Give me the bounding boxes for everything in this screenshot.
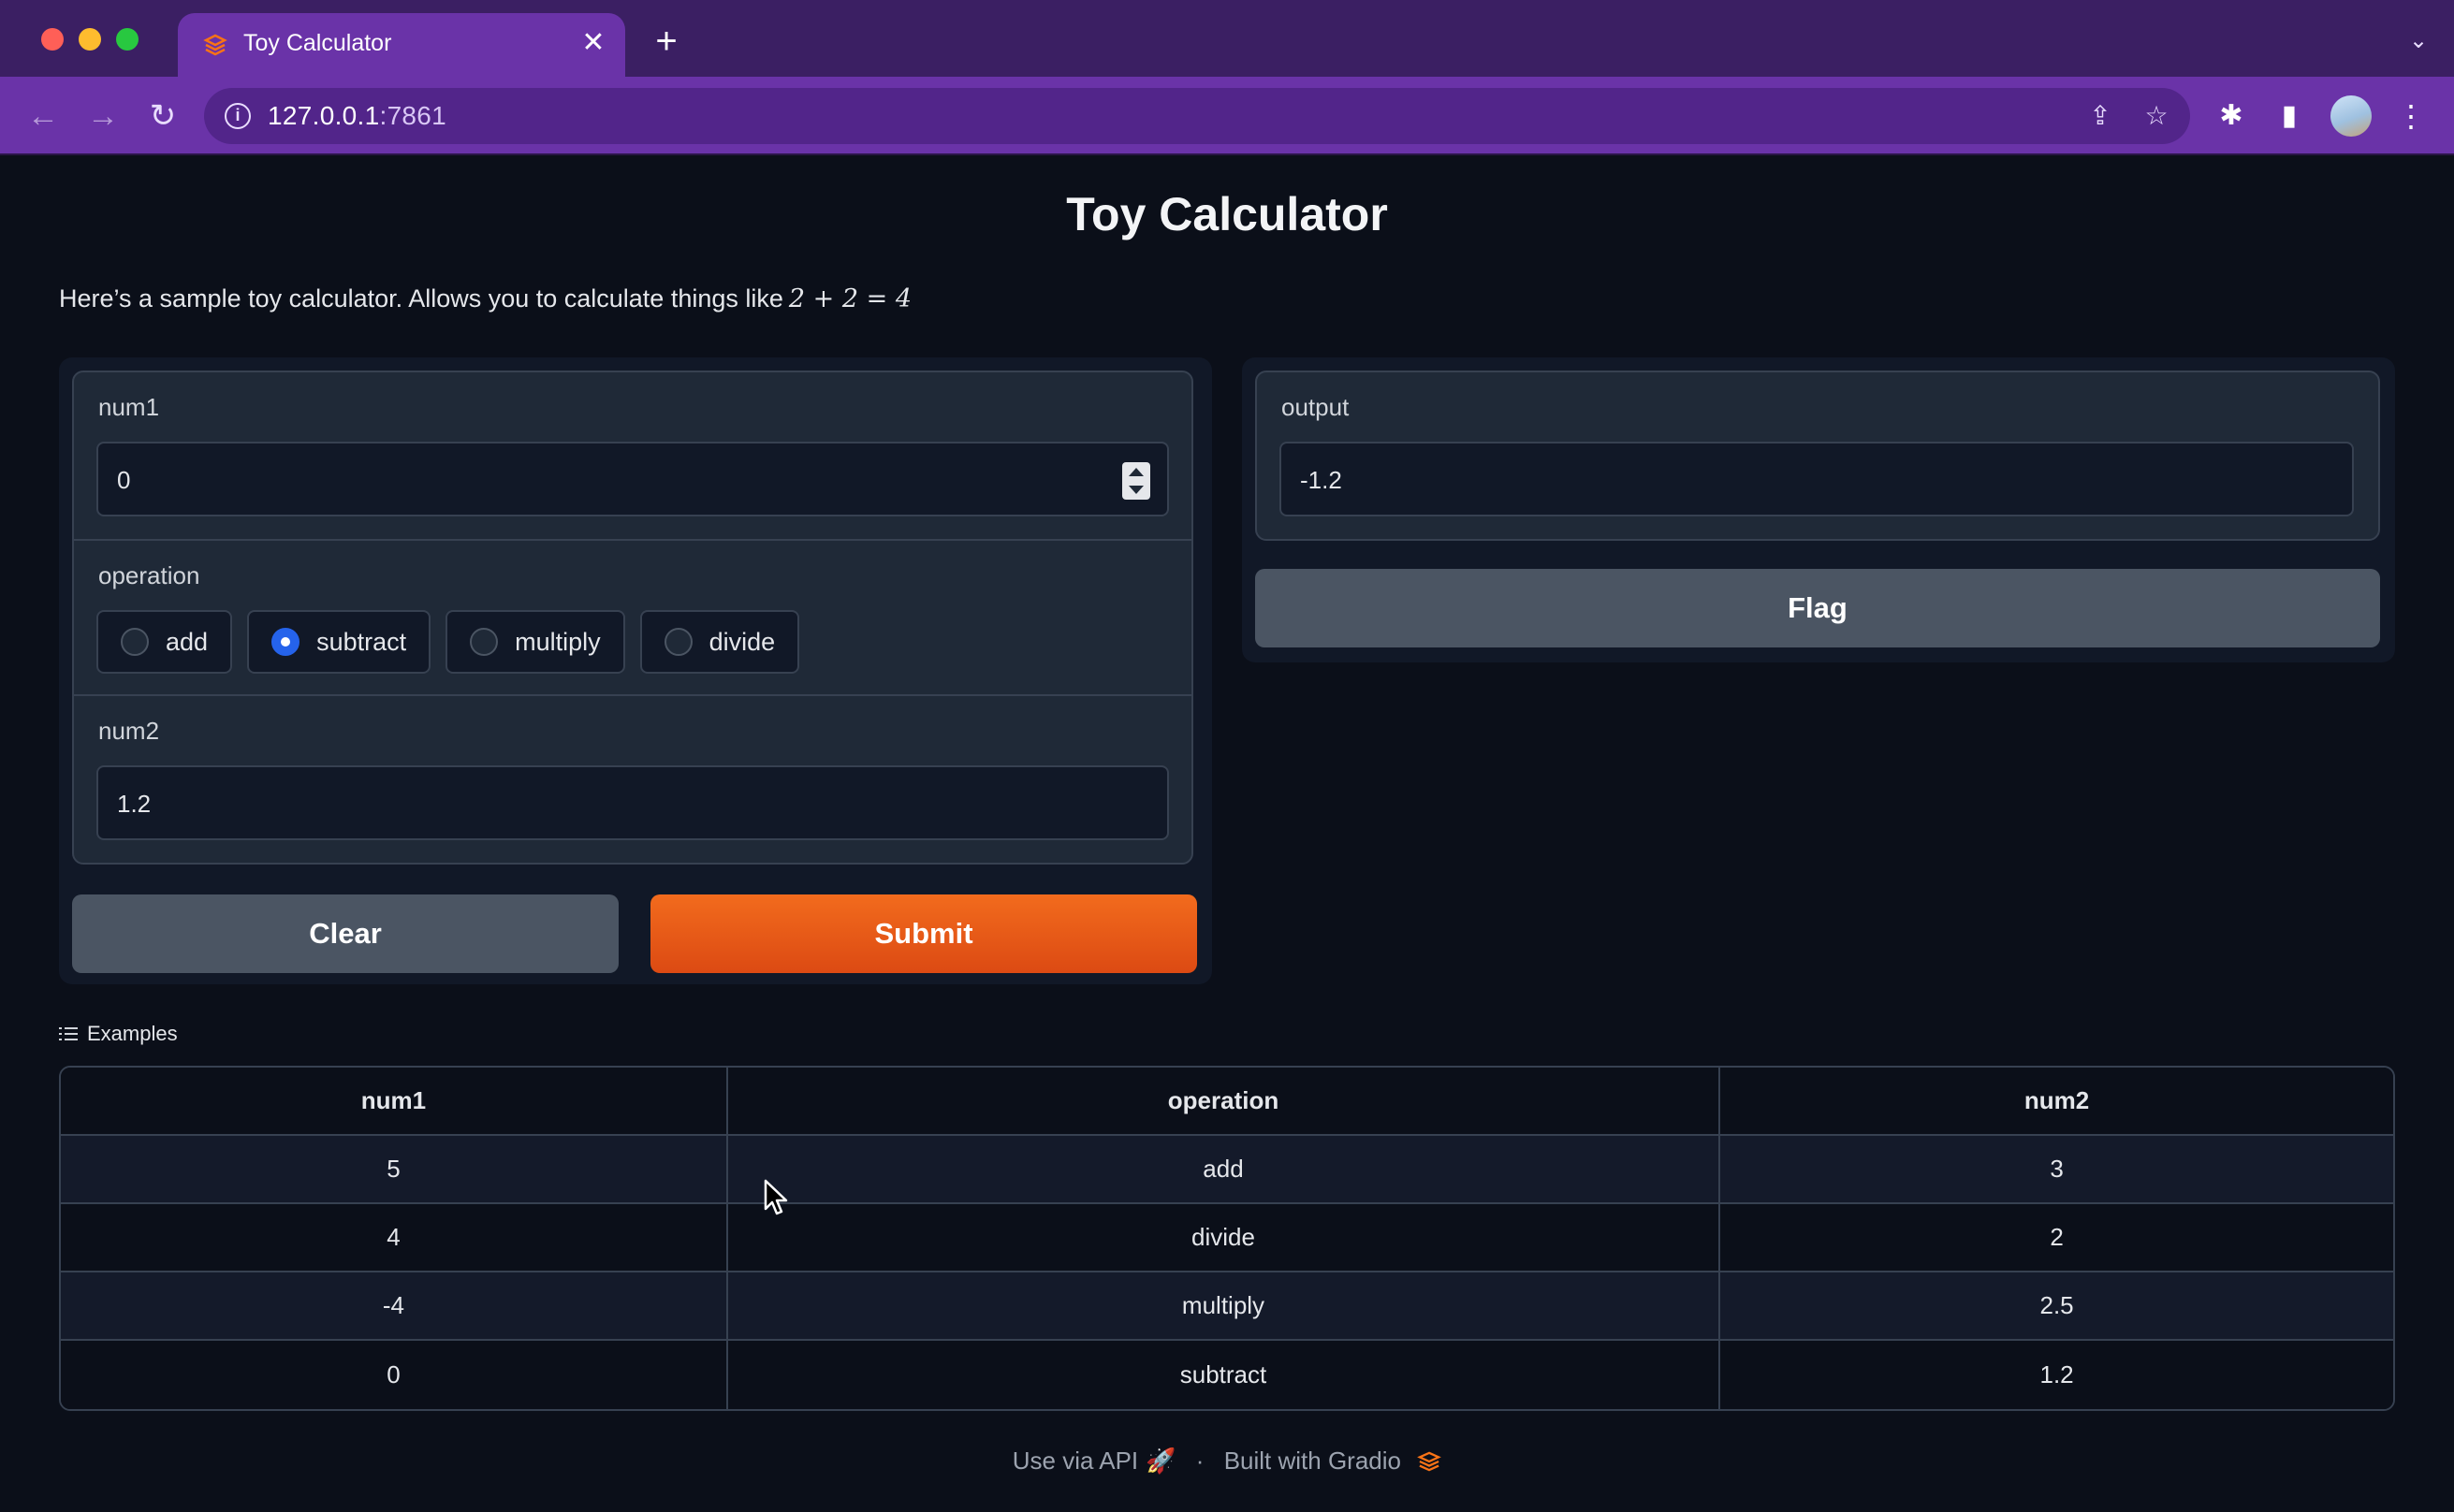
reload-icon[interactable]: ↻: [140, 94, 185, 138]
output-label: output: [1281, 393, 1350, 421]
browser-tab[interactable]: Toy Calculator ✕: [178, 13, 625, 77]
radio-multiply[interactable]: multiply: [446, 610, 625, 674]
forward-arrow-icon[interactable]: →: [80, 94, 125, 138]
table-row[interactable]: -4 multiply 2.5: [61, 1272, 2393, 1341]
submit-button[interactable]: Submit: [650, 894, 1197, 973]
side-panel-icon[interactable]: ▮: [2269, 95, 2310, 137]
radio-divide[interactable]: divide: [639, 610, 800, 674]
page-description: Here’s a sample toy calculator. Allows y…: [59, 284, 912, 313]
number-stepper-icon[interactable]: [1122, 462, 1150, 500]
num1-value: 0: [117, 466, 131, 494]
table-cell[interactable]: add: [727, 1136, 1721, 1204]
examples-heading: Examples: [59, 1022, 178, 1046]
radio-circle-icon[interactable]: [470, 628, 499, 656]
output-block: output -1.2: [1255, 371, 2380, 541]
operation-radio-group: add subtract multiply divide: [96, 610, 800, 674]
use-via-api-link[interactable]: Use via API: [1013, 1447, 1138, 1475]
num2-input[interactable]: 1.2: [96, 765, 1169, 840]
footer: Use via API 🚀 · Built with Gradio: [0, 1447, 2454, 1476]
table-cell[interactable]: subtract: [727, 1341, 1721, 1409]
operation-field: operation add subtract multiply divide: [74, 541, 1191, 696]
table-cell[interactable]: 3: [1720, 1136, 2393, 1204]
profile-avatar[interactable]: [2330, 95, 2372, 137]
examples-table: num1 operation num2 5 add 3 4 divide 2 -…: [59, 1066, 2395, 1411]
radio-label: add: [166, 627, 209, 656]
table-cell[interactable]: divide: [727, 1204, 1721, 1272]
num1-field: num1 0: [74, 372, 1191, 541]
num2-value: 1.2: [117, 790, 152, 818]
back-arrow-icon[interactable]: ←: [21, 94, 66, 138]
page-title: Toy Calculator: [1066, 188, 1388, 240]
table-cell[interactable]: -4: [61, 1272, 728, 1341]
built-with-gradio-link[interactable]: Built with Gradio: [1224, 1447, 1401, 1475]
num1-input[interactable]: 0: [96, 442, 1169, 516]
url-text: 127.0.0.1:7861: [268, 101, 446, 131]
clear-button[interactable]: Clear: [72, 894, 619, 973]
table-row[interactable]: 5 add 3: [61, 1136, 2393, 1204]
input-panel: num1 0 operation add subtract multiply d…: [59, 357, 1212, 984]
browser-tab-bar: Toy Calculator ✕ + ⌄: [0, 0, 2454, 77]
radio-circle-icon[interactable]: [664, 628, 693, 656]
share-icon[interactable]: ⇪: [2083, 99, 2117, 133]
table-header-row: num1 operation num2: [61, 1068, 2393, 1136]
radio-subtract[interactable]: subtract: [247, 610, 431, 674]
table-cell[interactable]: multiply: [727, 1272, 1721, 1341]
radio-circle-icon[interactable]: [121, 628, 149, 656]
url-host: 127.0.0.1: [268, 101, 380, 130]
header-num2: num2: [1720, 1068, 2393, 1136]
table-cell[interactable]: 2.5: [1720, 1272, 2393, 1341]
tab-title: Toy Calculator: [243, 30, 392, 56]
table-cell[interactable]: 1.2: [1720, 1341, 2393, 1409]
radio-circle-selected-icon[interactable]: [271, 628, 300, 656]
output-textbox[interactable]: -1.2: [1279, 442, 2354, 516]
description-math: 2 + 2 = 4: [788, 284, 913, 313]
table-row[interactable]: 4 divide 2: [61, 1204, 2393, 1272]
url-port: :7861: [379, 101, 447, 130]
close-window-button[interactable]: [41, 28, 64, 51]
gradio-logo-icon: [1417, 1451, 1442, 1472]
bookmark-star-icon[interactable]: ☆: [2140, 99, 2173, 133]
num1-label: num1: [98, 393, 160, 421]
description-text: Here’s a sample toy calculator. Allows y…: [59, 284, 783, 313]
footer-separator: ·: [1195, 1447, 1205, 1475]
examples-label: Examples: [87, 1022, 178, 1045]
table-row[interactable]: 0 subtract 1.2: [61, 1341, 2393, 1409]
browser-menu-icon[interactable]: ⋮: [2390, 95, 2432, 137]
gradio-favicon-icon: [203, 34, 227, 56]
mouse-cursor-icon: [764, 1179, 788, 1215]
radio-label: multiply: [515, 627, 601, 656]
output-value: -1.2: [1300, 466, 1342, 494]
flag-button[interactable]: Flag: [1255, 569, 2380, 647]
table-cell[interactable]: 0: [61, 1341, 728, 1409]
browser-toolbar: ← → ↻ i 127.0.0.1:7861 ⇪ ☆ ✱ ▮ ⋮: [0, 77, 2454, 155]
site-info-icon[interactable]: i: [225, 103, 251, 129]
header-operation: operation: [727, 1068, 1721, 1136]
maximize-window-button[interactable]: [116, 28, 139, 51]
radio-label: subtract: [316, 627, 407, 656]
tab-search-chevron-icon[interactable]: ⌄: [2402, 24, 2435, 58]
address-bar[interactable]: i 127.0.0.1:7861 ⇪ ☆: [204, 88, 2190, 144]
new-tab-button[interactable]: +: [646, 21, 687, 62]
input-fields-block: num1 0 operation add subtract multiply d…: [72, 371, 1193, 865]
radio-label: divide: [708, 627, 776, 656]
minimize-window-button[interactable]: [79, 28, 101, 51]
table-cell[interactable]: 2: [1720, 1204, 2393, 1272]
radio-add[interactable]: add: [96, 610, 233, 674]
extensions-puzzle-icon[interactable]: ✱: [2211, 95, 2252, 137]
num2-field: num2 1.2: [74, 696, 1191, 865]
list-icon: [59, 1025, 78, 1042]
header-num1: num1: [61, 1068, 728, 1136]
num2-label: num2: [98, 717, 160, 745]
operation-label: operation: [98, 561, 200, 589]
tab-close-icon[interactable]: ✕: [577, 26, 610, 60]
rocket-icon: 🚀: [1146, 1447, 1176, 1475]
output-panel: output -1.2 Flag: [1242, 357, 2395, 662]
table-cell[interactable]: 5: [61, 1136, 728, 1204]
table-cell[interactable]: 4: [61, 1204, 728, 1272]
